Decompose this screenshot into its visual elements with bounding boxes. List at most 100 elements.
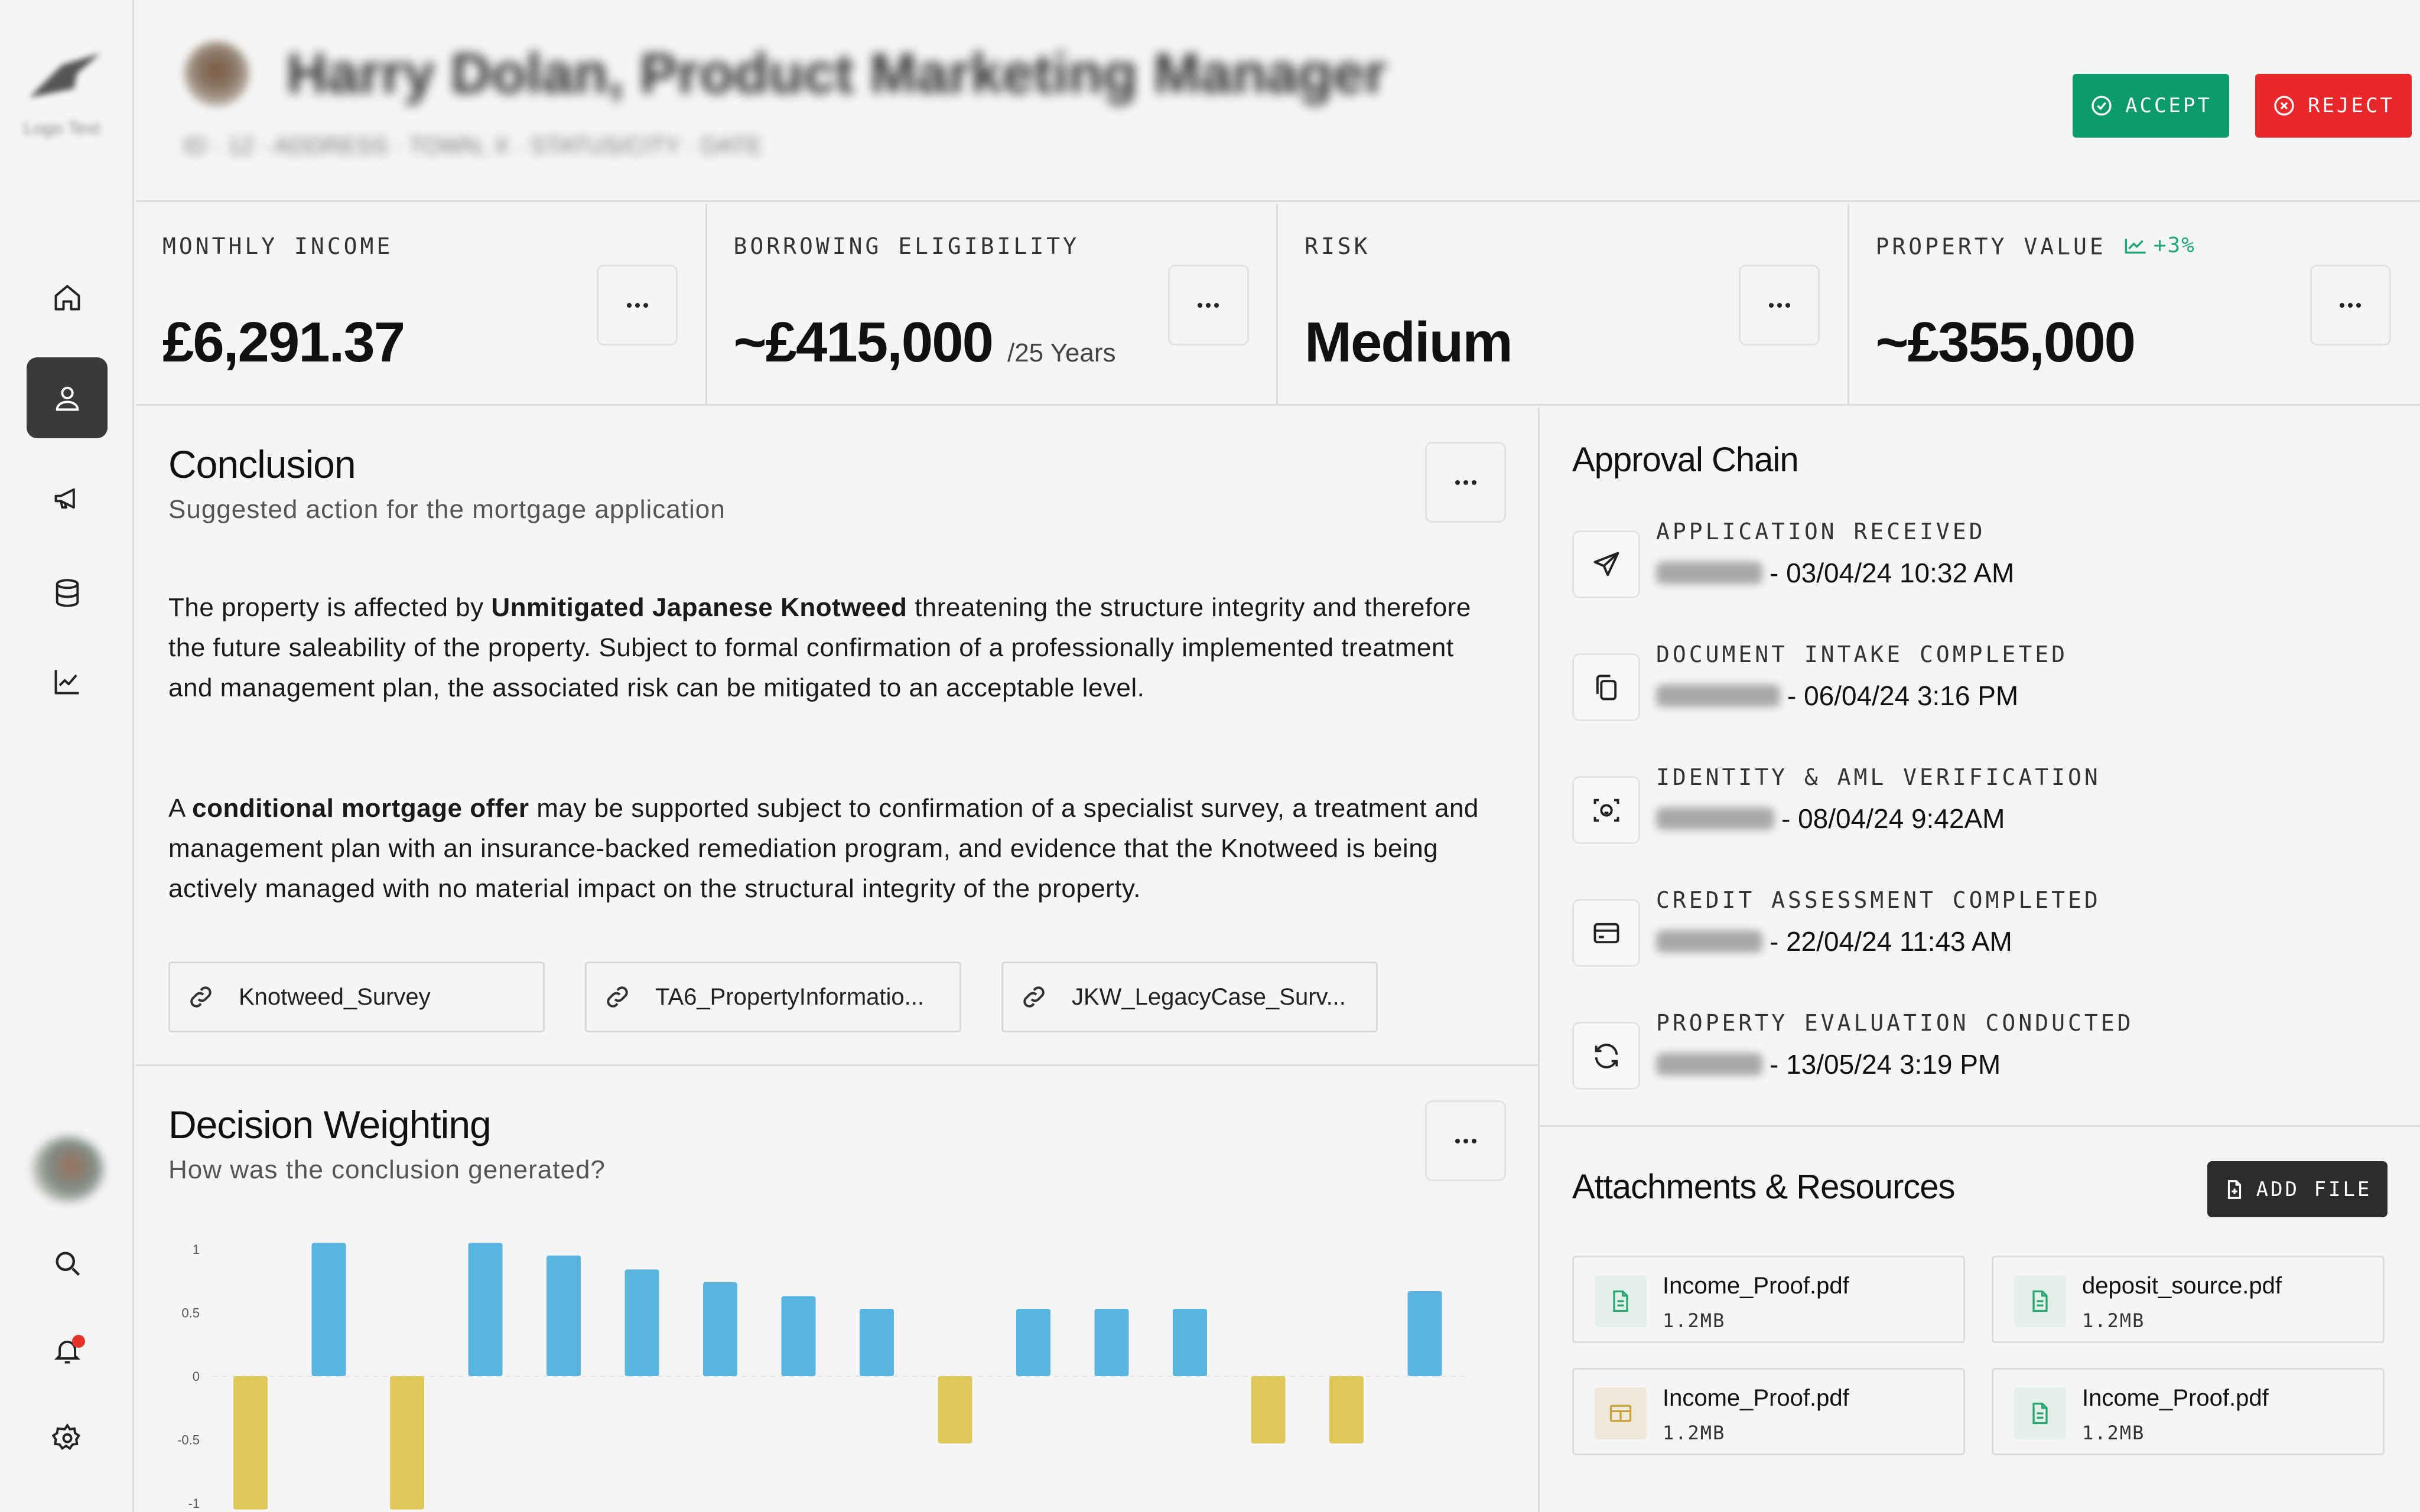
step-icon-box [1572, 776, 1640, 844]
file-name: deposit_source.pdf [2082, 1273, 2282, 1299]
y-tick-label: 0.5 [181, 1306, 200, 1321]
more-options-button[interactable] [1167, 265, 1249, 346]
more-options-button[interactable] [1425, 1100, 1506, 1181]
file-name: Income_Proof.pdf [1663, 1385, 1849, 1411]
user-avatar[interactable] [32, 1137, 103, 1202]
file-icon-box [2014, 1275, 2066, 1327]
attachment-card[interactable]: deposit_source.pdf 1.2MB [1992, 1256, 2385, 1343]
more-horizontal-icon [1198, 302, 1219, 308]
applicant-meta: ID · 12 · ADDRESS · TOWN, X · STATUS/CIT… [183, 133, 763, 159]
add-file-button[interactable]: ADD FILE [2207, 1161, 2388, 1217]
metric-value-amount: ~£415,000 [733, 311, 994, 374]
metric-label: PROPERTY VALUE +3% [1876, 233, 2195, 260]
metric-value: Medium [1305, 311, 1513, 374]
home-icon [54, 285, 80, 310]
sidebar-item-home[interactable] [27, 257, 108, 338]
logo-bird-icon [30, 53, 100, 97]
attachments-panel: Attachments & Resources ADD FILE Income_… [1540, 1129, 2420, 1512]
step-detail: - 06/04/24 3:16 PM [1656, 680, 2018, 712]
y-tick-label: -1 [188, 1496, 200, 1511]
approval-step: CREDIT ASSESSMENT COMPLETED - 22/04/24 1… [1572, 887, 2399, 982]
y-tick-label: 1 [193, 1242, 200, 1257]
sidebar-item-analytics[interactable] [27, 641, 108, 722]
step-detail: - 03/04/24 10:32 AM [1656, 557, 2014, 589]
sidebar: Logo Text [0, 0, 134, 1512]
x-circle-icon [2274, 96, 2294, 116]
chart-bar[interactable] [233, 1376, 268, 1510]
document-link[interactable]: TA6_PropertyInformatio... [585, 962, 961, 1032]
approval-step: PROPERTY EVALUATION CONDUCTED - 13/05/24… [1572, 1010, 2399, 1104]
metric-label: RISK [1305, 233, 1371, 259]
conclusion-paragraph-2: A conditional mortgage offer may be supp… [168, 788, 1504, 909]
sidebar-item-notifications[interactable] [27, 1310, 108, 1391]
reject-button[interactable]: REJECT [2255, 74, 2412, 138]
document-link[interactable]: JKW_LegacyCase_Surv... [1001, 962, 1378, 1032]
step-label: APPLICATION RECEIVED [1656, 519, 1986, 545]
step-datetime: - 06/04/24 3:16 PM [1787, 680, 2019, 711]
chart-bar[interactable] [781, 1296, 816, 1376]
chart-bar[interactable] [390, 1376, 424, 1510]
step-icon-box [1572, 1022, 1640, 1090]
metric-risk: RISK Medium [1278, 204, 1849, 406]
chart-bar[interactable] [1016, 1309, 1050, 1376]
metric-value: ~£415,000/25 Years [734, 310, 1116, 375]
applicant-title: Harry Dolan, Product Marketing Manager [287, 42, 1387, 105]
chart-bar[interactable] [703, 1282, 737, 1376]
sidebar-item-campaigns[interactable] [27, 458, 108, 539]
sidebar-item-database[interactable] [27, 552, 108, 633]
chart-bar[interactable] [624, 1269, 659, 1376]
step-datetime: - 03/04/24 10:32 AM [1770, 558, 2015, 588]
y-tick-label: -0.5 [177, 1433, 200, 1448]
chart-bar[interactable] [860, 1309, 894, 1376]
metric-suffix: /25 Years [1007, 338, 1116, 367]
attachment-card[interactable]: Income_Proof.pdf 1.2MB [1572, 1256, 1965, 1343]
more-options-button[interactable] [1739, 265, 1820, 346]
redacted-name [1656, 562, 1762, 584]
link-label: JKW_LegacyCase_Surv... [1072, 983, 1346, 1010]
approval-chain-panel: Approval Chain APPLICATION RECEIVED - 03… [1540, 408, 2420, 1127]
app-logo[interactable]: Logo Text [18, 41, 112, 171]
sidebar-item-settings[interactable] [27, 1397, 108, 1478]
panel-title: Conclusion [168, 442, 356, 486]
chart-bar[interactable] [1329, 1376, 1364, 1443]
link-icon [607, 986, 628, 1008]
step-icon-box [1572, 899, 1640, 967]
chart-bar[interactable] [1094, 1309, 1129, 1376]
chart-bar[interactable] [311, 1243, 346, 1376]
file-icon-box [1595, 1387, 1647, 1439]
settings-icon [51, 1423, 80, 1450]
chart-bar[interactable] [1407, 1291, 1442, 1376]
metric-monthly-income: MONTHLY INCOME £6,291.37 [136, 204, 707, 406]
redacted-name [1656, 807, 1774, 830]
chart-bar[interactable] [468, 1243, 503, 1376]
more-horizontal-icon [1768, 302, 1790, 308]
trending-up-icon [2125, 238, 2146, 253]
more-options-button[interactable] [597, 265, 678, 346]
link-label: Knotweed_Survey [239, 983, 431, 1010]
more-options-button[interactable] [2310, 265, 2391, 346]
sidebar-item-search[interactable] [27, 1223, 108, 1304]
step-datetime: - 13/05/24 3:19 PM [1770, 1049, 2001, 1080]
panel-title: Approval Chain [1572, 441, 1799, 479]
accept-button[interactable]: ACCEPT [2073, 74, 2229, 138]
chart-bar[interactable] [547, 1255, 581, 1376]
chart-line-icon [54, 670, 79, 694]
file-text-icon [2032, 1402, 2048, 1425]
step-detail: - 13/05/24 3:19 PM [1656, 1048, 2001, 1080]
chart-bar[interactable] [1173, 1309, 1207, 1376]
document-link[interactable]: Knotweed_Survey [168, 962, 545, 1032]
sidebar-item-user[interactable] [27, 357, 108, 438]
chart-bar[interactable] [938, 1376, 972, 1443]
attachment-card[interactable]: Income_Proof.pdf 1.2MB [1992, 1368, 2385, 1455]
file-size: 1.2MB [1663, 1422, 1726, 1444]
attachment-card[interactable]: Income_Proof.pdf 1.2MB [1572, 1368, 1965, 1455]
more-options-button[interactable] [1425, 442, 1506, 523]
step-icon-box [1572, 653, 1640, 721]
notification-dot [72, 1335, 85, 1348]
approval-step: IDENTITY & AML VERIFICATION - 08/04/24 9… [1572, 764, 2399, 859]
page-header: Harry Dolan, Product Marketing Manager I… [136, 0, 2420, 202]
panel-title: Decision Weighting [168, 1103, 492, 1146]
link-label: TA6_PropertyInformatio... [655, 983, 924, 1010]
chart-bar[interactable] [1251, 1376, 1286, 1443]
panel-subtitle: Suggested action for the mortgage applic… [168, 495, 726, 524]
